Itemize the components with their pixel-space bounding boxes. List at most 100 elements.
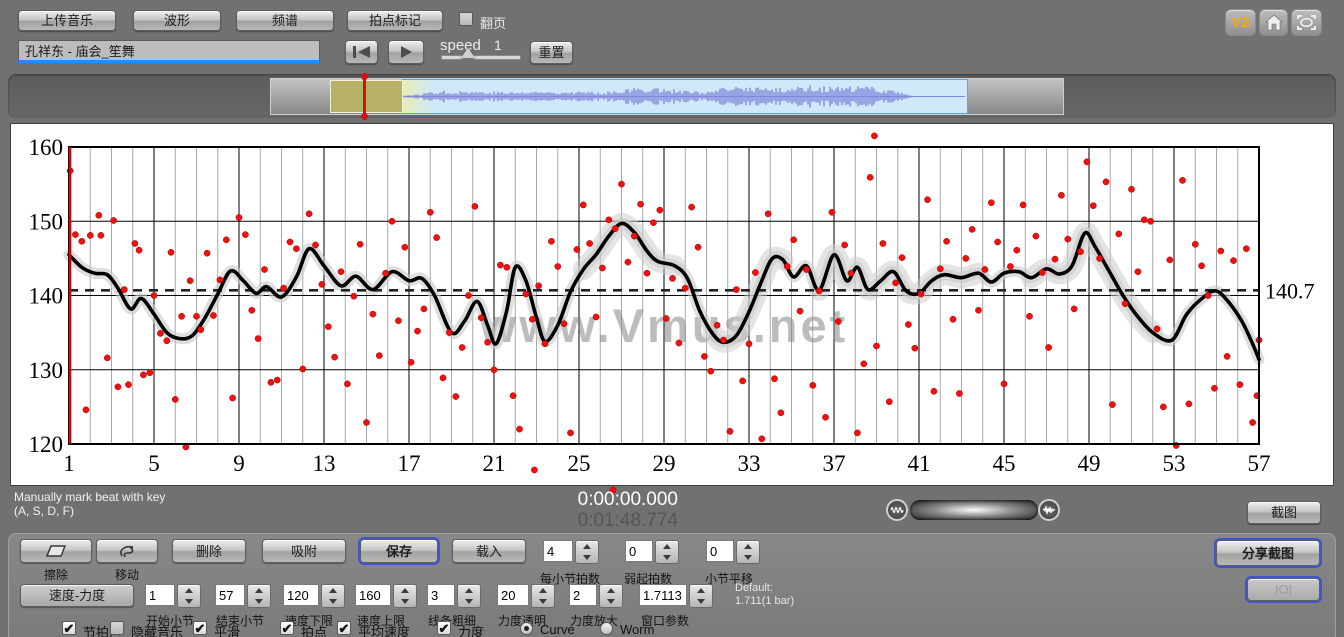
tempo-chart[interactable]: www.Vmus.net1201301401501601591317212529…	[11, 124, 1333, 485]
move-tool-button[interactable]	[96, 539, 158, 563]
delete-button[interactable]: 删除	[172, 539, 246, 563]
tempo-max-input[interactable]	[355, 584, 391, 606]
spinner-up-button[interactable]	[458, 585, 480, 596]
worm-radio[interactable]	[600, 622, 613, 635]
volume-min-button[interactable]	[886, 499, 908, 521]
svg-text:9: 9	[233, 451, 245, 476]
reset-speed-button[interactable]: 重置	[530, 41, 573, 64]
beats-per-bar-input[interactable]	[543, 540, 573, 562]
home-icon	[1265, 14, 1283, 31]
tempo-dynamics-mode-button[interactable]: 速度-力度	[20, 584, 134, 607]
load-button[interactable]: 载入	[452, 539, 526, 563]
song-title-input[interactable]	[18, 40, 320, 63]
average-tempo-checkbox[interactable]: ✔	[337, 621, 351, 635]
erase-tool-button[interactable]	[20, 539, 92, 563]
spinner-up-button[interactable]	[178, 585, 200, 596]
spinner-up-button[interactable]	[576, 541, 598, 552]
spinner-down-button[interactable]	[656, 552, 678, 563]
small-wave-icon	[890, 504, 904, 516]
move-tool-label: 移动	[96, 566, 158, 583]
spinner-up-button[interactable]	[600, 585, 622, 596]
share-screenshot-button[interactable]: 分享截图	[1216, 540, 1320, 566]
beat-sound-checkbox[interactable]: ✔	[62, 621, 76, 635]
overview-playhead-top-handle[interactable]	[361, 73, 368, 80]
tab-waveform[interactable]: 波形	[133, 10, 221, 31]
svg-text:160: 160	[29, 135, 64, 160]
spinner-down-button[interactable]	[394, 596, 416, 607]
speed-slider-thumb[interactable]	[461, 48, 475, 58]
grid-layer	[69, 147, 1259, 444]
volume-max-button[interactable]	[1038, 499, 1060, 521]
curve-radio[interactable]	[520, 622, 533, 635]
svg-text:140: 140	[29, 284, 64, 309]
spinner-up-button[interactable]	[248, 585, 270, 596]
window-param-input[interactable]	[639, 584, 687, 606]
svg-text:25: 25	[568, 451, 591, 476]
spinner-down-button[interactable]	[690, 596, 712, 607]
beats-per-bar-spinner	[575, 540, 599, 564]
time-current: 0:00:00.000	[540, 489, 678, 511]
worm-radio-label: Worm	[620, 622, 654, 637]
beat-points-label: 拍点	[301, 622, 327, 637]
ioi-button[interactable]: IOI	[1247, 578, 1320, 601]
spinner-up-button[interactable]	[690, 585, 712, 596]
volume-slider[interactable]	[910, 500, 1038, 520]
waveform-graphic	[402, 79, 968, 114]
dynamics-opacity-spinner	[531, 584, 555, 608]
dynamics-checkbox[interactable]: ✔	[437, 621, 451, 635]
flip-page-checkbox[interactable]	[459, 12, 473, 26]
spinner-down-button[interactable]	[737, 552, 759, 563]
spinner-down-button[interactable]	[600, 596, 622, 607]
spinner-down-button[interactable]	[248, 596, 270, 607]
spinner-down-button[interactable]	[532, 596, 554, 607]
dynamics-scale-input[interactable]	[569, 584, 597, 606]
spinner-up-button[interactable]	[656, 541, 678, 552]
spinner-down-button[interactable]	[576, 552, 598, 563]
beat-points-checkbox[interactable]: ✔	[280, 621, 294, 635]
spinner-up-button[interactable]	[322, 585, 344, 596]
waveform-overview[interactable]	[270, 78, 1064, 115]
average-tempo-value: 140.7	[1265, 278, 1315, 303]
selection-window[interactable]	[330, 80, 403, 113]
bar-shift-input[interactable]	[706, 540, 734, 562]
spinner-down-button[interactable]	[178, 596, 200, 607]
spinner-down-button[interactable]	[322, 596, 344, 607]
curve-radio-label: Curve	[540, 622, 575, 637]
window-param-spinner	[689, 584, 713, 608]
spinner-up-button[interactable]	[394, 585, 416, 596]
tab-spectrum[interactable]: 频谱	[236, 10, 334, 31]
fullscreen-button[interactable]	[1291, 9, 1322, 36]
pickup-beats-input[interactable]	[625, 540, 653, 562]
tab-beat-marks[interactable]: 拍点标记	[347, 10, 443, 31]
line-width-input[interactable]	[427, 584, 455, 606]
spinner-up-button[interactable]	[532, 585, 554, 596]
spinner-down-button[interactable]	[458, 596, 480, 607]
tab-upload-music[interactable]: 上传音乐	[18, 10, 116, 31]
hide-music-checkbox[interactable]	[110, 621, 124, 635]
flip-page-label: 翻页	[480, 13, 506, 32]
v2-badge[interactable]: V2	[1225, 9, 1256, 36]
tempo-chart-panel: www.Vmus.net1201301401501601591317212529…	[10, 123, 1334, 486]
snap-button[interactable]: 吸附	[262, 539, 346, 563]
erase-tool-label: 擦除	[20, 566, 92, 583]
speed-slider-track[interactable]	[441, 55, 521, 60]
svg-text:150: 150	[29, 209, 64, 234]
skip-to-start-button[interactable]	[345, 40, 378, 64]
overview-playhead[interactable]	[363, 75, 366, 118]
eraser-icon	[45, 544, 67, 559]
smooth-checkbox[interactable]: ✔	[193, 621, 207, 635]
svg-text:49: 49	[1078, 451, 1101, 476]
dynamics-opacity-input[interactable]	[497, 584, 529, 606]
start-bar-spinner	[177, 584, 201, 608]
play-button[interactable]	[388, 40, 424, 64]
start-bar-input[interactable]	[145, 584, 175, 606]
svg-text:21: 21	[483, 451, 506, 476]
tempo-min-input[interactable]	[283, 584, 319, 606]
screenshot-button[interactable]: 截图	[1247, 501, 1321, 524]
beat-key-hint-line1: Manually mark beat with key	[14, 490, 165, 504]
end-bar-input[interactable]	[215, 584, 245, 606]
home-button[interactable]	[1259, 9, 1288, 36]
spinner-up-button[interactable]	[737, 541, 759, 552]
overview-playhead-bottom-handle[interactable]	[361, 113, 368, 120]
save-button[interactable]: 保存	[360, 539, 438, 563]
